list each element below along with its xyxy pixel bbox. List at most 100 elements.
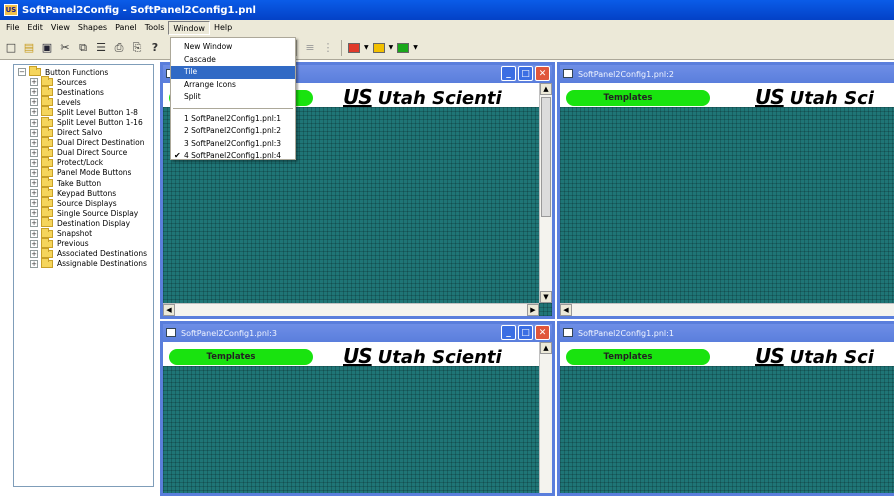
horizontal-scrollbar[interactable]: ◀ ▶ [163, 303, 539, 316]
tree-item[interactable]: + Source Displays [18, 197, 153, 208]
menu-tools[interactable]: Tools [141, 21, 169, 35]
expand-icon[interactable]: + [30, 219, 38, 228]
expand-icon[interactable]: + [30, 88, 38, 97]
minimize-button[interactable]: _ [501, 325, 516, 340]
paste-icon[interactable]: ☰ [94, 41, 108, 55]
tree-item[interactable]: + Take Button [18, 177, 153, 188]
scroll-right-icon[interactable]: ▶ [527, 304, 539, 316]
tree-item[interactable]: + Split Level Button 1-8 [18, 106, 153, 117]
templates-button[interactable]: Templates [566, 90, 710, 106]
tree-item[interactable]: + Destination Display [18, 217, 153, 228]
minimize-button[interactable]: _ [501, 66, 516, 81]
menu-item-cascade[interactable]: Cascade [171, 54, 295, 67]
align-icon[interactable]: ≡ [303, 41, 317, 55]
window-caption[interactable]: SoftPanel2Config1.pnl:2 [560, 65, 894, 83]
templates-button[interactable]: Templates [169, 349, 313, 365]
menu-item-arrange-icons[interactable]: Arrange Icons [171, 79, 295, 92]
expand-icon[interactable]: + [30, 118, 38, 127]
horizontal-scrollbar[interactable]: ◀ [560, 303, 894, 316]
window-caption[interactable]: SoftPanel2Config1.pnl:1 [560, 324, 894, 342]
tree-item[interactable]: + Single Source Display [18, 207, 153, 218]
menu-edit[interactable]: Edit [23, 21, 47, 35]
expand-icon[interactable]: + [30, 138, 38, 147]
menu-item-tile[interactable]: Tile [171, 66, 295, 79]
scroll-up-icon[interactable]: ▲ [540, 83, 552, 95]
scroll-left-icon[interactable]: ◀ [560, 304, 572, 316]
panel-window-3[interactable]: SoftPanel2Config1.pnl:3 _ □ ✕ Templates … [160, 321, 555, 496]
open-icon[interactable]: ▤ [22, 41, 36, 55]
tree-item[interactable]: + Snapshot [18, 227, 153, 239]
panel-window-1[interactable]: SoftPanel2Config1.pnl:1 Templates US Utah… [557, 321, 894, 496]
expand-icon[interactable]: + [30, 158, 38, 167]
menu-file[interactable]: File [2, 21, 23, 35]
maximize-button[interactable]: □ [518, 325, 533, 340]
tree-item[interactable]: + Protect/Lock [18, 156, 153, 168]
expand-icon[interactable]: + [30, 189, 38, 198]
menu-shapes[interactable]: Shapes [74, 21, 111, 35]
tree-item[interactable]: + Associated Destinations [18, 247, 153, 259]
maximize-button[interactable]: □ [518, 66, 533, 81]
panel-canvas[interactable]: Templates US Utah Sci ◀ [560, 83, 894, 316]
vertical-scrollbar[interactable]: ▲ [539, 342, 552, 493]
tree-item[interactable]: + Sources [18, 76, 153, 87]
cut-icon[interactable]: ✂ [58, 41, 72, 55]
menu-view[interactable]: View [47, 21, 74, 35]
menu-item-window-3[interactable]: 3 SoftPanel2Config1.pnl:3 [171, 138, 295, 151]
menu-item-window-1[interactable]: 1 SoftPanel2Config1.pnl:1 [171, 113, 295, 126]
expand-icon[interactable]: + [30, 128, 38, 137]
expand-icon[interactable]: + [30, 229, 38, 238]
tree-item[interactable]: + Direct Salvo [18, 126, 153, 138]
scroll-up-icon[interactable]: ▲ [540, 342, 552, 354]
chevron-down-icon[interactable]: ▼ [364, 44, 369, 51]
expand-icon[interactable]: + [30, 108, 38, 117]
tree-item[interactable]: + Assignable Destinations [18, 257, 153, 269]
tree-root[interactable]: − Button Functions [18, 66, 153, 77]
expand-icon[interactable]: + [30, 148, 38, 157]
fill-color-swatch[interactable] [348, 42, 360, 53]
menu-item-new-window[interactable]: New Window [171, 41, 295, 54]
print-preview-icon[interactable]: ⎘ [130, 41, 144, 55]
panel-canvas[interactable]: Templates US Utah Scienti ▲ [163, 342, 552, 493]
close-button[interactable]: ✕ [535, 325, 550, 340]
tree-item[interactable]: + Destinations [18, 86, 153, 97]
expand-icon[interactable]: + [30, 199, 38, 208]
scroll-left-icon[interactable]: ◀ [163, 304, 175, 316]
tree-item[interactable]: + Keypad Buttons [18, 187, 153, 198]
collapse-icon[interactable]: − [18, 68, 26, 77]
chevron-down-icon[interactable]: ▼ [413, 44, 418, 51]
distribute-icon[interactable]: ⋮ [321, 41, 335, 55]
expand-icon[interactable]: + [30, 168, 38, 177]
expand-icon[interactable]: + [30, 259, 38, 268]
save-icon[interactable]: ▣ [40, 41, 54, 55]
menu-item-split[interactable]: Split [171, 91, 295, 104]
menu-item-window-2[interactable]: 2 SoftPanel2Config1.pnl:2 [171, 125, 295, 138]
panel-canvas[interactable]: Templates US Utah Sci [560, 342, 894, 493]
expand-icon[interactable]: + [30, 209, 38, 218]
chevron-down-icon[interactable]: ▼ [389, 44, 394, 51]
expand-icon[interactable]: + [30, 179, 38, 188]
menu-help[interactable]: Help [210, 21, 236, 35]
copy-icon[interactable]: ⧉ [76, 41, 90, 55]
expand-icon[interactable]: + [30, 98, 38, 107]
tree-item[interactable]: + Split Level Button 1-16 [18, 116, 153, 127]
app-title-bar[interactable]: US SoftPanel2Config - SoftPanel2Config1.… [0, 0, 894, 20]
text-color-swatch[interactable] [397, 42, 410, 53]
tree-item[interactable]: + Dual Direct Source [18, 146, 153, 158]
templates-button[interactable]: Templates [566, 349, 710, 365]
tree-item[interactable]: + Dual Direct Destination [18, 136, 153, 148]
scroll-down-icon[interactable]: ▼ [540, 291, 552, 303]
menu-window[interactable]: Window [168, 21, 210, 35]
help-icon[interactable]: ? [148, 41, 162, 55]
panel-window-2[interactable]: SoftPanel2Config1.pnl:2 Templates US Utah… [557, 62, 894, 319]
scroll-thumb[interactable] [541, 97, 551, 217]
tree-item[interactable]: + Levels [18, 96, 153, 107]
expand-icon[interactable]: + [30, 78, 38, 87]
line-color-swatch[interactable] [372, 42, 385, 53]
menu-item-window-4[interactable]: ✔ 4 SoftPanel2Config1.pnl:4 [171, 150, 295, 163]
expand-icon[interactable]: + [30, 239, 38, 248]
vertical-scrollbar[interactable]: ▲ ▼ [539, 83, 552, 303]
expand-icon[interactable]: + [30, 249, 38, 258]
close-button[interactable]: ✕ [535, 66, 550, 81]
tree-item[interactable]: + Previous [18, 237, 153, 249]
tree-item[interactable]: + Panel Mode Buttons [18, 166, 153, 178]
